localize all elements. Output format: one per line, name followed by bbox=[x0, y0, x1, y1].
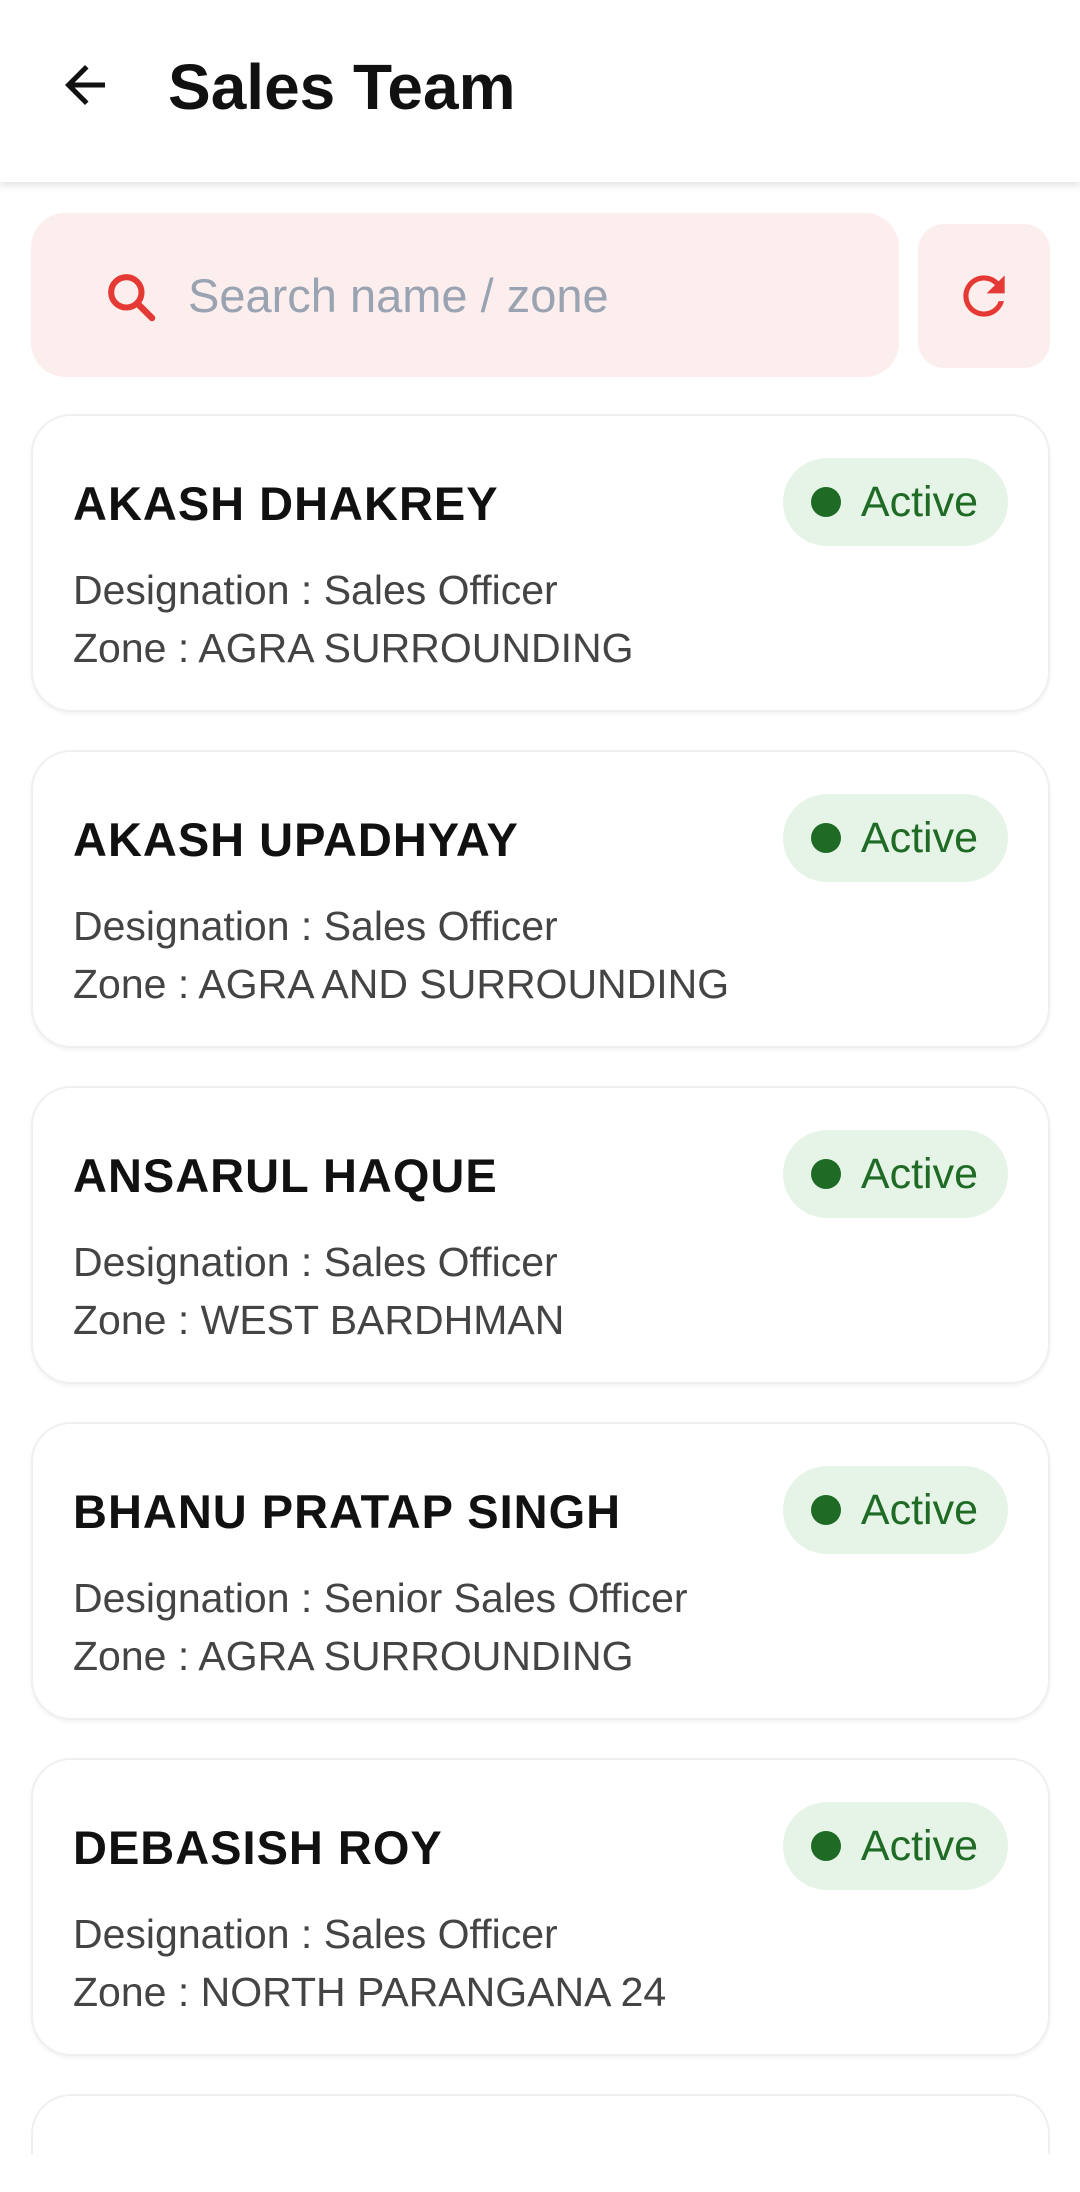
member-card[interactable]: AKASH UPADHYAY Active Designation : Sale… bbox=[31, 750, 1050, 1048]
status-dot-icon bbox=[810, 1831, 841, 1861]
search-bar[interactable] bbox=[31, 213, 899, 377]
member-designation: Designation : Sales Officer bbox=[73, 1239, 558, 1285]
member-name: AKASH UPADHYAY bbox=[73, 813, 519, 866]
status-badge: Active bbox=[782, 1466, 1008, 1554]
page-title: Sales Team bbox=[168, 51, 516, 123]
member-name: BHANU PRATAP SINGH bbox=[73, 1485, 622, 1538]
status-text: Active bbox=[860, 813, 978, 862]
member-name: AKASH DHAKREY bbox=[73, 477, 499, 530]
status-badge: Active bbox=[782, 1802, 1008, 1890]
member-zone: Zone : NORTH PARANGANA 24 bbox=[73, 1969, 667, 2015]
member-card[interactable]: AKASH DHAKREY Active Designation : Sales… bbox=[31, 414, 1050, 712]
back-button[interactable] bbox=[44, 44, 126, 126]
status-badge: Active bbox=[782, 1130, 1008, 1218]
refresh-button[interactable] bbox=[918, 224, 1050, 368]
status-badge: Active bbox=[782, 458, 1008, 546]
member-name: DEBASISH ROY bbox=[73, 1821, 443, 1874]
arrow-left-icon bbox=[65, 65, 105, 105]
search-icon bbox=[108, 274, 156, 322]
app-bar: Sales Team bbox=[0, 0, 1080, 182]
status-text: Active bbox=[860, 1485, 978, 1534]
member-zone: Zone : AGRA SURROUNDING bbox=[73, 1633, 634, 1679]
status-text: Active bbox=[860, 1821, 978, 1870]
member-card[interactable]: ANSARUL HAQUE Active Designation : Sales… bbox=[31, 1086, 1050, 1384]
status-badge: Active bbox=[782, 794, 1008, 882]
refresh-icon bbox=[963, 275, 1005, 317]
status-dot-icon bbox=[810, 487, 841, 517]
member-zone: Zone : AGRA AND SURROUNDING bbox=[73, 961, 730, 1007]
member-card[interactable]: DEBASISH ROY Active Designation : Sales … bbox=[31, 1758, 1050, 2056]
member-name: ANSARUL HAQUE bbox=[73, 1149, 498, 1202]
status-dot-icon bbox=[810, 823, 841, 853]
member-designation: Designation : Sales Officer bbox=[73, 903, 558, 949]
status-dot-icon bbox=[810, 1495, 841, 1525]
member-card-partial[interactable] bbox=[31, 2094, 1050, 2154]
status-dot-icon bbox=[810, 1159, 841, 1189]
member-designation: Designation : Sales Officer bbox=[73, 1911, 558, 1957]
member-designation: Designation : Senior Sales Officer bbox=[73, 1575, 688, 1621]
status-text: Active bbox=[860, 477, 978, 526]
member-card[interactable]: BHANU PRATAP SINGH Active Designation : … bbox=[31, 1422, 1050, 1720]
status-text: Active bbox=[860, 1149, 978, 1198]
member-designation: Designation : Sales Officer bbox=[73, 567, 558, 613]
sales-team-list: AKASH DHAKREY Active Designation : Sales… bbox=[31, 414, 1050, 2192]
member-zone: Zone : WEST BARDHMAN bbox=[73, 1297, 565, 1343]
member-zone: Zone : AGRA SURROUNDING bbox=[73, 625, 634, 671]
search-input[interactable] bbox=[186, 255, 866, 335]
